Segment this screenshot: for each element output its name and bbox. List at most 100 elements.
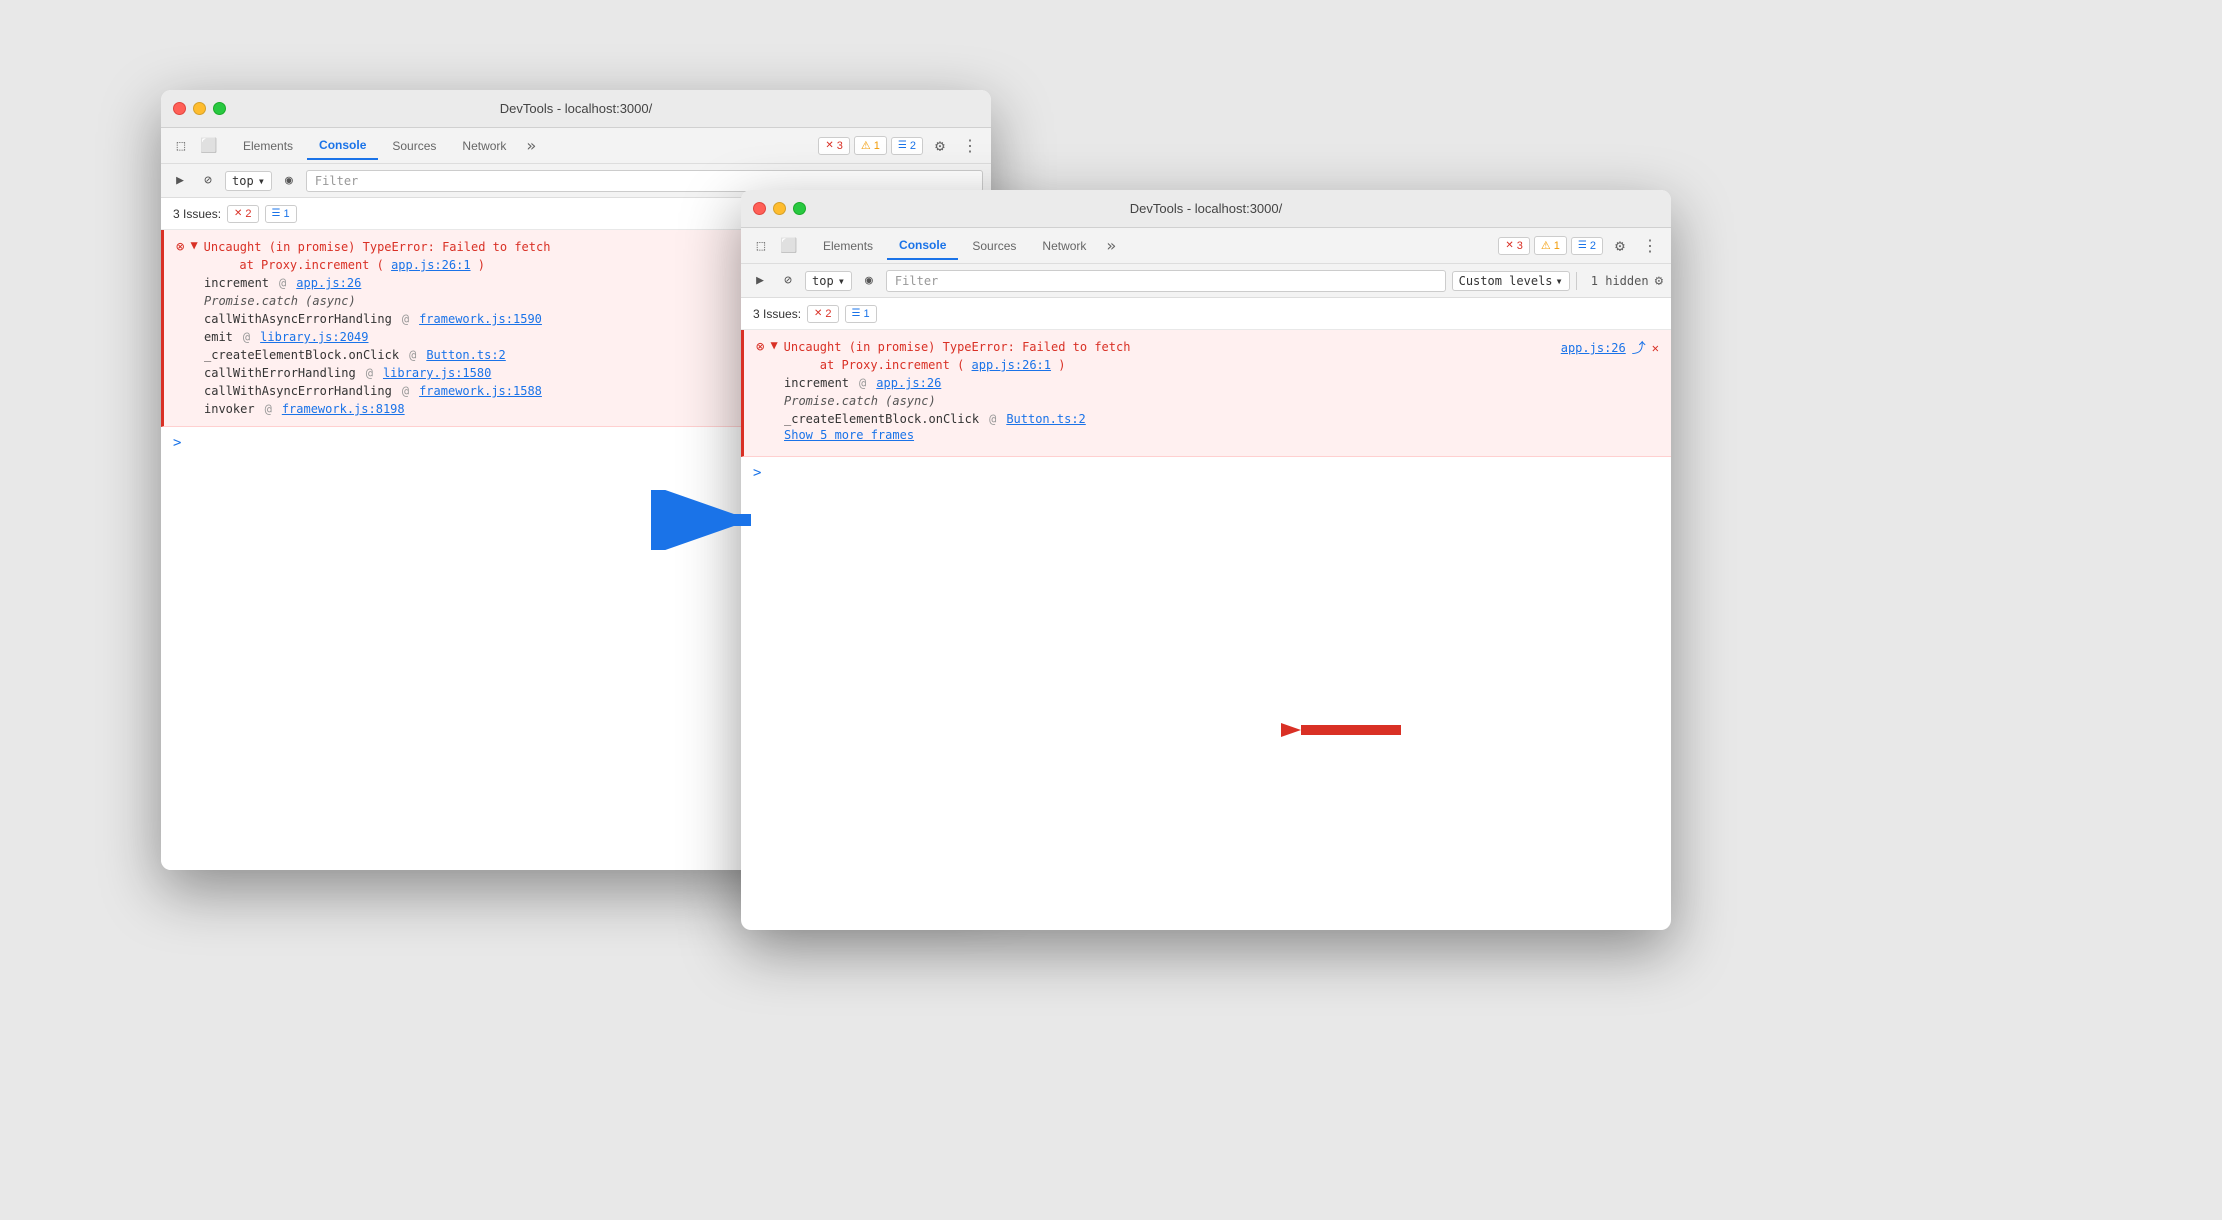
more-button-2[interactable]: ⋮ bbox=[1637, 233, 1663, 259]
error-sub-link-2[interactable]: app.js:26:1 bbox=[972, 358, 1051, 372]
eye-icon-1[interactable]: ◉ bbox=[278, 170, 300, 192]
hidden-count-label: 1 hidden bbox=[1591, 274, 1649, 288]
frame-at-click-2: @ bbox=[989, 412, 996, 426]
inspector-icon-1[interactable]: ⬜ bbox=[197, 134, 221, 158]
inspector-icon-2[interactable]: ⬜ bbox=[777, 234, 801, 258]
frame-file-invoker-1[interactable]: framework.js:8198 bbox=[282, 402, 405, 416]
error-text-block-1: Uncaught (in promise) TypeError: Failed … bbox=[204, 238, 551, 274]
error-file-link-2[interactable]: app.js:26 bbox=[1561, 341, 1626, 355]
stack-frame-promise-2: Promise.catch (async) bbox=[756, 392, 1659, 410]
issues-error-count-2: 2 bbox=[825, 308, 831, 320]
toolbar-divider-2 bbox=[1576, 272, 1577, 290]
minimize-button-1[interactable] bbox=[193, 102, 206, 115]
frame-fn-emit-1: emit bbox=[204, 330, 233, 344]
prohibit-icon-1[interactable]: ⊘ bbox=[197, 170, 219, 192]
tab-console-1[interactable]: Console bbox=[307, 132, 378, 160]
prompt-line-2[interactable]: > bbox=[741, 457, 1671, 489]
frame-at-callAsync2-1: @ bbox=[402, 384, 409, 398]
tab-elements-1[interactable]: Elements bbox=[231, 133, 305, 159]
window-title-1: DevTools - localhost:3000/ bbox=[500, 101, 652, 116]
settings-button-2[interactable]: ⚙ bbox=[1607, 233, 1633, 259]
error-badge-icon-2: ✕ bbox=[1505, 240, 1513, 251]
frame-fn-promise-1: Promise.catch (async) bbox=[204, 294, 356, 308]
frame-file-click-1[interactable]: Button.ts:2 bbox=[426, 348, 505, 362]
eye-icon-2[interactable]: ◉ bbox=[858, 270, 880, 292]
badge-group-1: ✕ 3 ⚠ 1 ☰ 2 ⚙ ⋮ bbox=[818, 133, 983, 159]
more-tabs-1[interactable]: » bbox=[520, 136, 542, 155]
frame-file-1[interactable]: app.js:26 bbox=[296, 276, 361, 290]
error-entry-2: ⊗ ▼ Uncaught (in promise) TypeError: Fai… bbox=[741, 330, 1671, 457]
issues-info-count-2: 1 bbox=[864, 308, 870, 320]
frame-at-invoker-1: @ bbox=[265, 402, 272, 416]
error-triangle-2[interactable]: ▼ bbox=[770, 338, 777, 352]
close-button-1[interactable] bbox=[173, 102, 186, 115]
play-icon-2[interactable]: ▶ bbox=[749, 270, 771, 292]
tab-sources-2[interactable]: Sources bbox=[960, 233, 1028, 259]
error-badge-icon-1: ✕ bbox=[825, 140, 833, 151]
close-button-2[interactable] bbox=[753, 202, 766, 215]
frame-at-emit-1: @ bbox=[243, 330, 250, 344]
minimize-button-2[interactable] bbox=[773, 202, 786, 215]
error-actions-2: app.js:26 ⤴ ✕ bbox=[1561, 338, 1659, 358]
custom-levels-selector[interactable]: Custom levels ▾ bbox=[1452, 271, 1570, 291]
frame-fn-invoker-1: invoker bbox=[204, 402, 255, 416]
warn-badge-icon-2: ⚠ bbox=[1541, 239, 1551, 252]
play-icon-1[interactable]: ▶ bbox=[169, 170, 191, 192]
maximize-button-2[interactable] bbox=[793, 202, 806, 215]
warn-badge-icon-1: ⚠ bbox=[861, 139, 871, 152]
warn-badge-count-2: 1 bbox=[1554, 240, 1560, 252]
close-error-icon-2[interactable]: ✕ bbox=[1652, 341, 1659, 355]
top-selector-1[interactable]: top ▾ bbox=[225, 171, 272, 191]
tab-elements-2[interactable]: Elements bbox=[811, 233, 885, 259]
more-button-1[interactable]: ⋮ bbox=[957, 133, 983, 159]
issues-info-badge-2: ☰ 1 bbox=[845, 305, 877, 323]
toolbar-2: ▶ ⊘ top ▾ ◉ Filter Custom levels ▾ 1 hid… bbox=[741, 264, 1671, 298]
error-badge-2: ✕ 3 bbox=[1498, 237, 1530, 255]
blue-arrow bbox=[651, 490, 771, 555]
frame-file-increment-2[interactable]: app.js:26 bbox=[876, 376, 941, 390]
issues-info-icon-2: ☰ bbox=[852, 308, 861, 319]
badge-group-2: ✕ 3 ⚠ 1 ☰ 2 ⚙ ⋮ bbox=[1498, 233, 1663, 259]
filter-input-1[interactable]: Filter bbox=[306, 170, 983, 192]
issues-info-badge-1: ☰ 1 bbox=[265, 205, 297, 223]
filter-input-2[interactable]: Filter bbox=[886, 270, 1446, 292]
issues-label-2: 3 Issues: bbox=[753, 307, 801, 321]
tab-console-2[interactable]: Console bbox=[887, 232, 958, 260]
frame-fn-click-2: _createElementBlock.onClick bbox=[784, 412, 979, 426]
frame-file-callAsync2-1[interactable]: framework.js:1588 bbox=[419, 384, 542, 398]
frame-file-callError-1[interactable]: library.js:1580 bbox=[383, 366, 491, 380]
frame-file-click-2[interactable]: Button.ts:2 bbox=[1006, 412, 1085, 426]
error-sub-suffix-2: ) bbox=[1058, 358, 1065, 372]
error-triangle-1[interactable]: ▼ bbox=[190, 238, 197, 252]
frame-file-emit-1[interactable]: library.js:2049 bbox=[260, 330, 368, 344]
maximize-button-1[interactable] bbox=[213, 102, 226, 115]
show-more-frames-link[interactable]: Show 5 more frames bbox=[756, 428, 1659, 448]
tab-sources-1[interactable]: Sources bbox=[380, 133, 448, 159]
traffic-lights-2 bbox=[753, 202, 806, 215]
traffic-lights-1 bbox=[173, 102, 226, 115]
frame-file-callAsync-1[interactable]: framework.js:1590 bbox=[419, 312, 542, 326]
prohibit-icon-2[interactable]: ⊘ bbox=[777, 270, 799, 292]
tab-network-2[interactable]: Network bbox=[1030, 233, 1098, 259]
devtools-window-2: DevTools - localhost:3000/ ⬚ ⬜ Elements … bbox=[741, 190, 1671, 930]
tab-bar-2: ⬚ ⬜ Elements Console Sources Network » ✕… bbox=[741, 228, 1671, 264]
title-bar-2: DevTools - localhost:3000/ bbox=[741, 190, 1671, 228]
error-sub-link-1[interactable]: app.js:26:1 bbox=[391, 258, 470, 272]
frame-at-increment-2: @ bbox=[859, 376, 866, 390]
top-chevron-1: ▾ bbox=[258, 174, 265, 188]
settings-small-2[interactable]: ⚙ bbox=[1655, 273, 1663, 289]
error-sub-suffix-1: ) bbox=[478, 258, 485, 272]
tab-bar-icons-1: ⬚ ⬜ bbox=[169, 134, 221, 158]
info-badge-2: ☰ 2 bbox=[1571, 237, 1603, 255]
settings-button-1[interactable]: ⚙ bbox=[927, 133, 953, 159]
window-title-2: DevTools - localhost:3000/ bbox=[1130, 201, 1282, 216]
custom-levels-label: Custom levels bbox=[1459, 274, 1553, 288]
tab-network-1[interactable]: Network bbox=[450, 133, 518, 159]
cursor-icon-1[interactable]: ⬚ bbox=[169, 134, 193, 158]
cursor-icon-2[interactable]: ⬚ bbox=[749, 234, 773, 258]
more-tabs-2[interactable]: » bbox=[1100, 236, 1122, 255]
info-badge-icon-1: ☰ bbox=[898, 140, 907, 151]
error-circle-icon-2: ⊗ bbox=[756, 338, 764, 356]
top-selector-2[interactable]: top ▾ bbox=[805, 271, 852, 291]
issues-info-icon-1: ☰ bbox=[272, 208, 281, 219]
